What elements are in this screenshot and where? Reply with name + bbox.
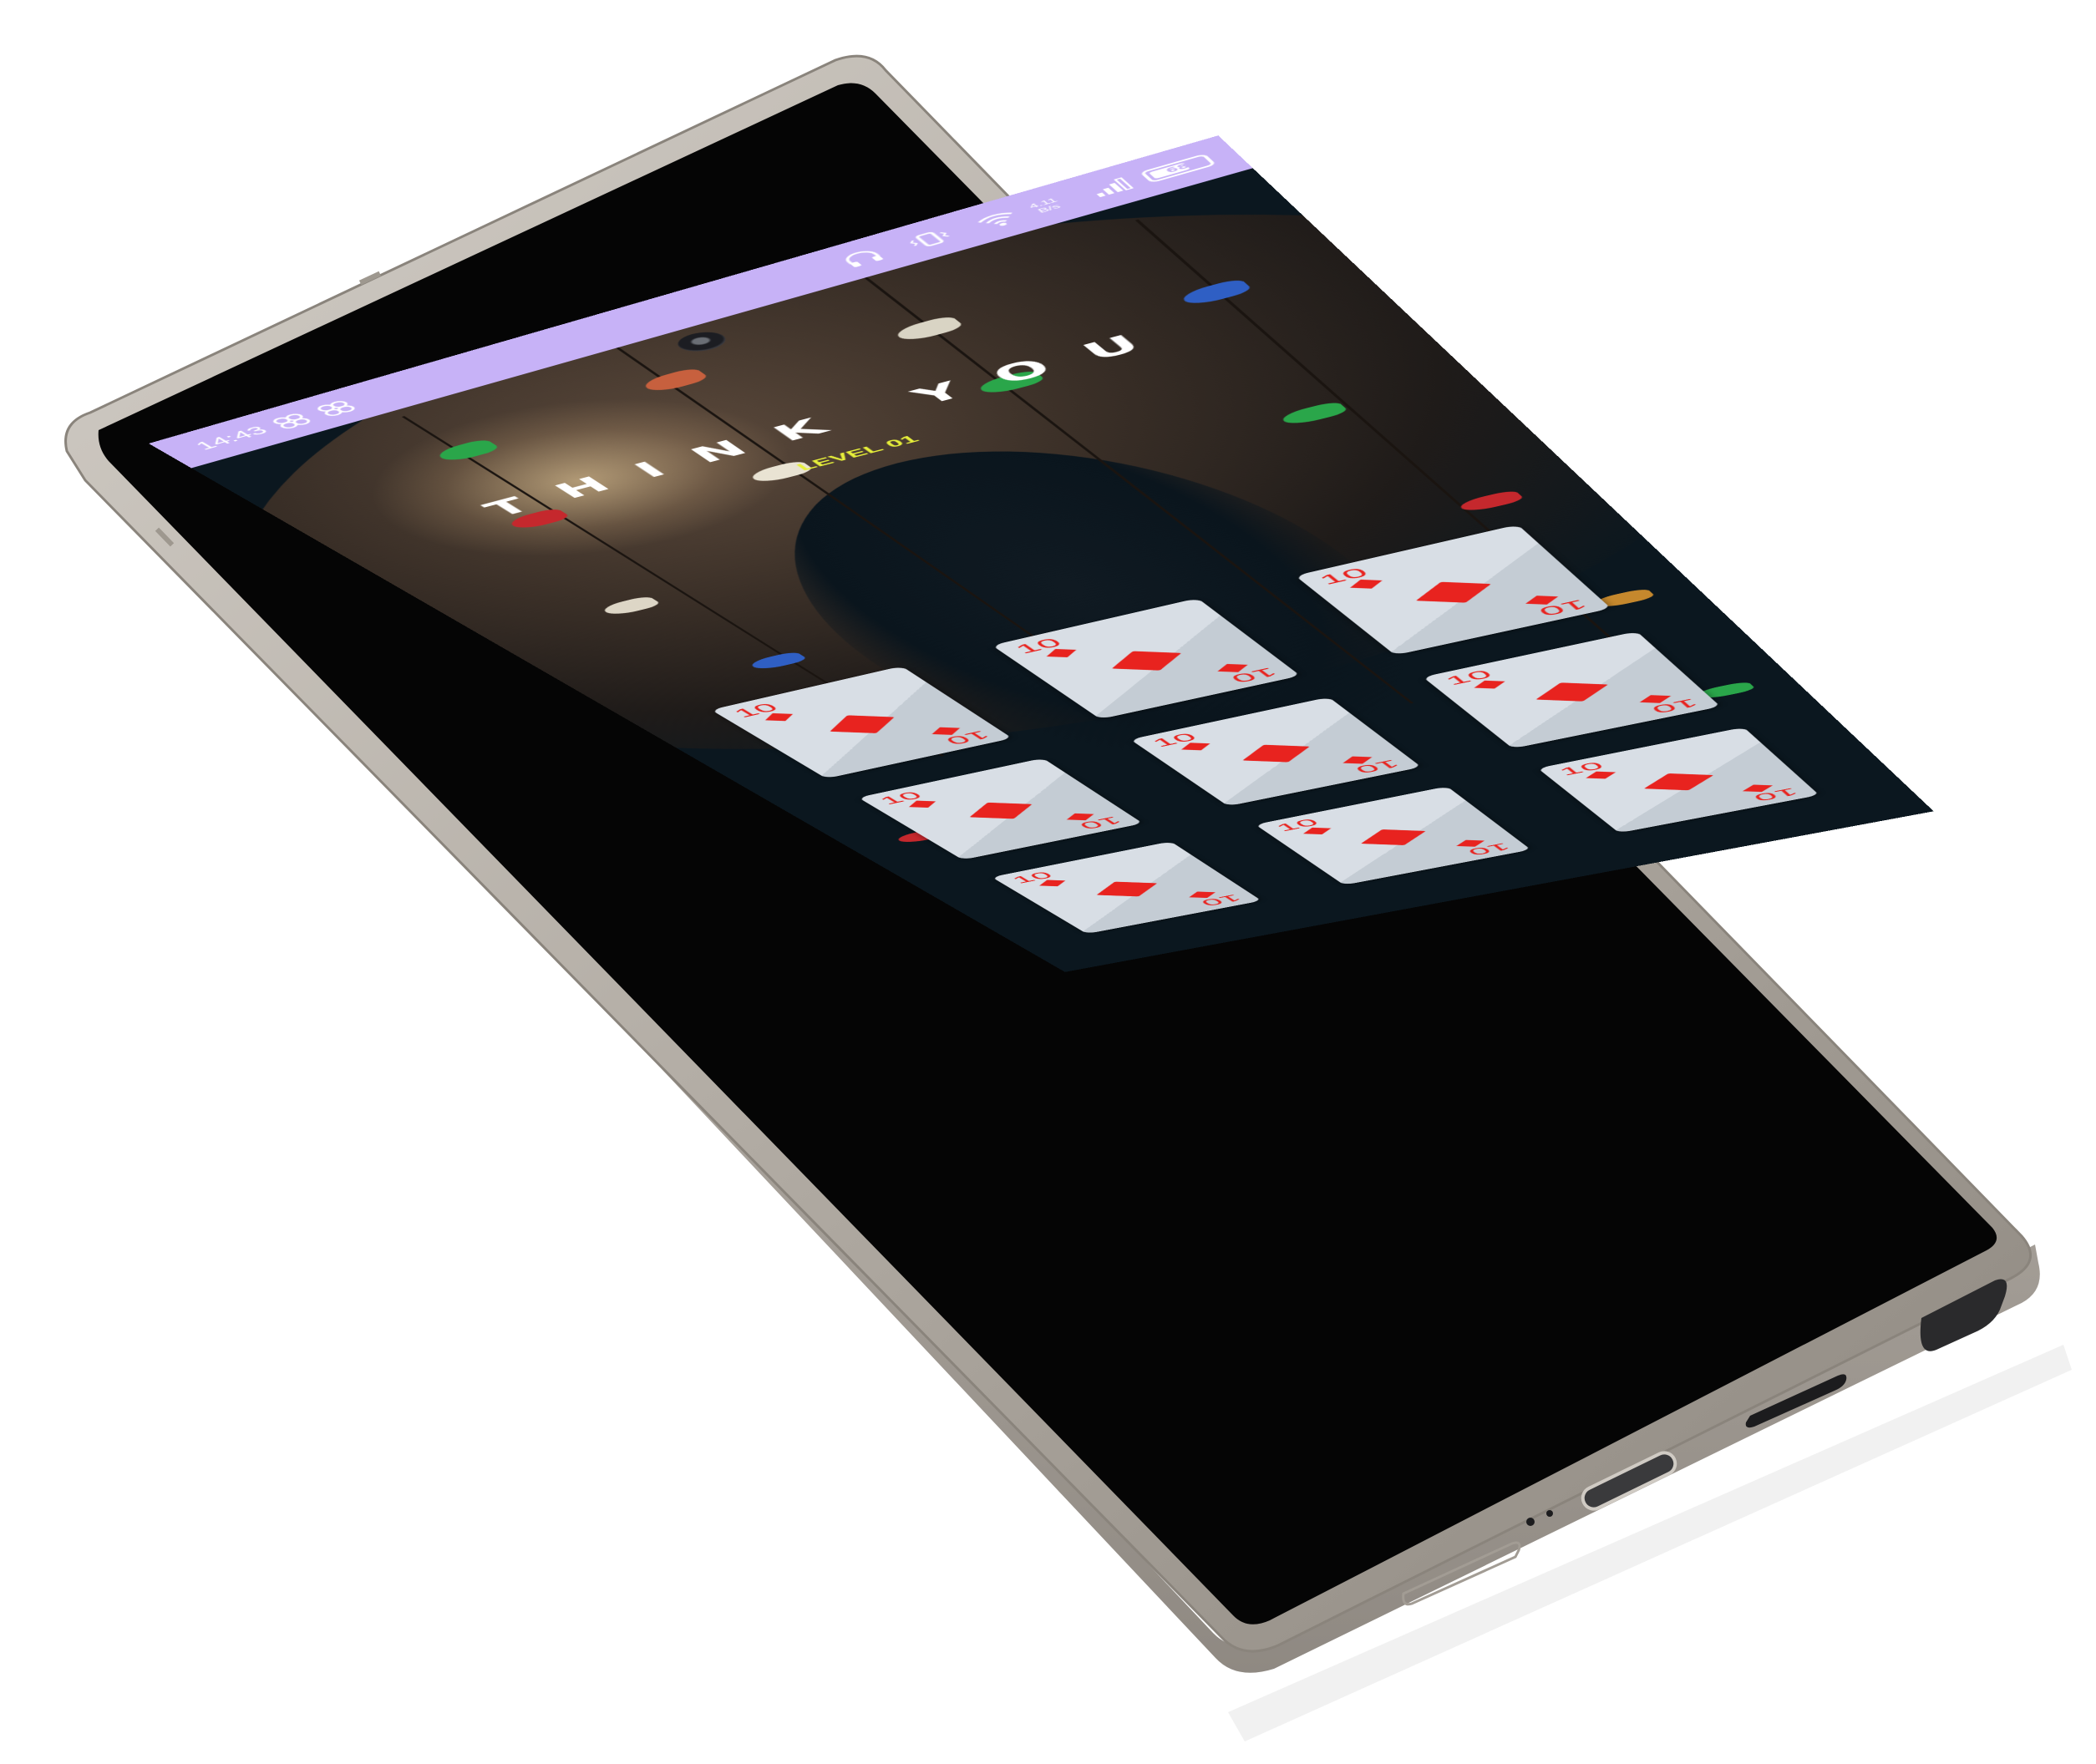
microphone-hole-2 [1546, 1510, 1553, 1517]
playing-card-7[interactable]: 10 10 [992, 841, 1261, 934]
microphone-hole [1526, 1518, 1535, 1526]
playing-card-8[interactable]: 10 10 [1256, 786, 1531, 885]
playing-card-6[interactable]: 10 10 [1423, 631, 1720, 748]
diamond-suit-icon [1644, 773, 1714, 790]
diamond-suit-icon [1535, 682, 1608, 701]
diamond-suit-icon [1361, 829, 1426, 845]
diamond-suit-icon [1096, 882, 1157, 897]
playing-card-9[interactable]: 10 10 [1538, 727, 1819, 834]
diamond-suit-icon [830, 715, 895, 733]
playing-card-5[interactable]: 10 10 [1130, 697, 1422, 807]
playing-card-3[interactable]: 10 10 [1295, 525, 1611, 655]
diamond-suit-icon [1416, 582, 1491, 603]
diamond-suit-icon [970, 803, 1033, 819]
playing-card-4[interactable]: 10 10 [858, 758, 1143, 860]
diamond-suit-icon [1112, 651, 1182, 671]
playing-card-2[interactable]: 10 10 [992, 598, 1300, 719]
diamond-suit-icon [1242, 745, 1310, 763]
playing-card-1[interactable]: 10 10 [711, 666, 1012, 778]
